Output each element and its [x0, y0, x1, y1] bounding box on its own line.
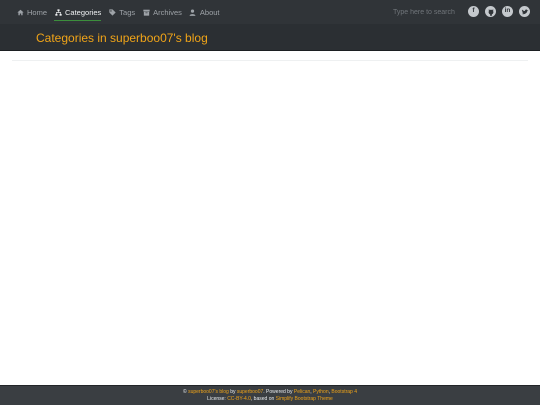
- sitemap-icon: [54, 8, 62, 16]
- twitter-icon[interactable]: [519, 6, 530, 17]
- footer-credits: © superboo07's blog by superboo07. Power…: [0, 389, 540, 395]
- footer-comma: ,: [328, 389, 331, 395]
- bootstrap-link[interactable]: Bootstrap 4: [331, 389, 357, 395]
- content-divider: [12, 60, 528, 61]
- python-link[interactable]: Python: [313, 389, 329, 395]
- nav-links: Home Categories Tags Archives About: [16, 0, 227, 24]
- nav-item-label: Home: [27, 7, 48, 17]
- nav-item-archives[interactable]: Archives: [142, 0, 182, 24]
- footer-based-text: , based on: [250, 396, 275, 402]
- page-title: Categories in superboo07's blog: [36, 31, 208, 45]
- nav-item-about[interactable]: About: [189, 0, 220, 24]
- nav-item-categories[interactable]: Categories: [54, 0, 102, 24]
- top-navbar: Home Categories Tags Archives About Type…: [0, 0, 540, 24]
- page-header: Categories in superboo07's blog: [0, 24, 540, 51]
- site-footer: © superboo07's blog by superboo07. Power…: [0, 385, 540, 405]
- home-icon: [16, 8, 24, 16]
- linkedin-icon[interactable]: in: [502, 6, 513, 17]
- nav-item-tags[interactable]: Tags: [108, 0, 135, 24]
- copyright-symbol: ©: [183, 389, 187, 395]
- nav-item-label: Archives: [153, 7, 182, 17]
- github-icon[interactable]: [485, 6, 496, 17]
- author-link[interactable]: superboo07: [237, 389, 263, 395]
- tag-icon: [108, 8, 116, 16]
- nav-item-label: Tags: [119, 7, 136, 17]
- search-input[interactable]: [393, 5, 459, 19]
- social-links: f in: [462, 6, 530, 17]
- footer-license-text: License:: [207, 396, 226, 402]
- blog-link[interactable]: superboo07's blog: [188, 389, 229, 395]
- footer-powered-text: . Powered by: [263, 389, 293, 395]
- pelican-link[interactable]: Pelican: [294, 389, 310, 395]
- nav-item-label: About: [199, 7, 220, 17]
- footer-license: License: CC-BY-4.0, based on Simplify Bo…: [0, 396, 540, 402]
- facebook-icon[interactable]: f: [468, 6, 479, 17]
- license-link[interactable]: CC-BY-4.0: [227, 396, 251, 402]
- footer-comma: ,: [310, 389, 312, 395]
- nav-item-label: Categories: [65, 7, 102, 17]
- archive-icon: [142, 8, 150, 16]
- nav-item-home[interactable]: Home: [16, 0, 47, 24]
- user-icon: [189, 8, 197, 16]
- footer-by-text: by: [230, 389, 236, 395]
- theme-link[interactable]: Simplify Bootstrap Theme: [276, 396, 333, 402]
